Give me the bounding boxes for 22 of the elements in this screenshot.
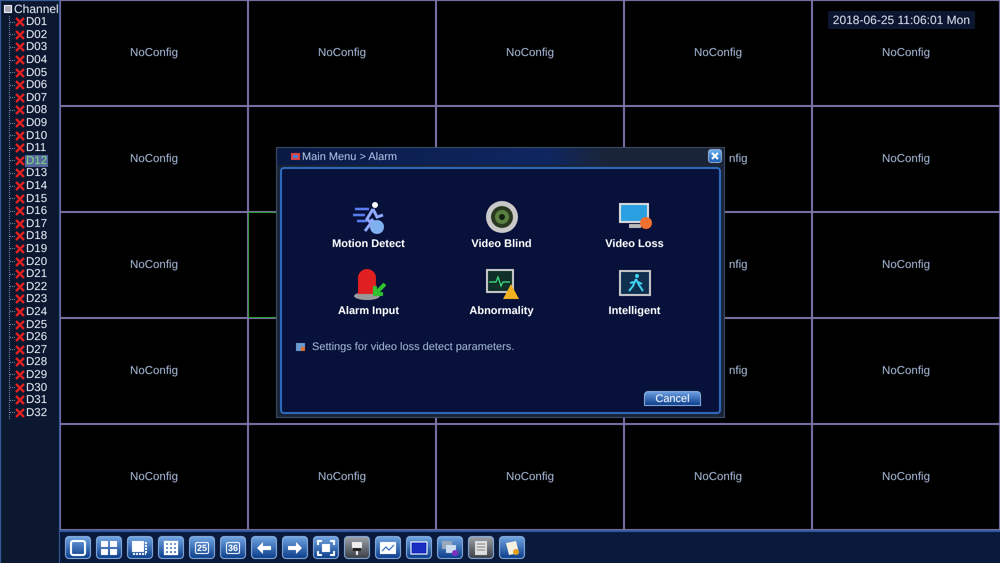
- tile-status: NoConfig: [130, 47, 178, 59]
- tile-status: NoConfig: [506, 47, 554, 59]
- tile-status: NoConfig: [882, 365, 930, 378]
- tile-status: NoConfig: [318, 471, 366, 484]
- date-time: 2018-06-25 11:06:01 Mon: [828, 11, 975, 29]
- tile-status: NoConfig: [882, 47, 930, 59]
- dialog-title: Main Menu > Alarm: [302, 150, 398, 162]
- hint-text: Settings for video loss detect parameters.: [312, 341, 514, 353]
- tile-status: NoConfig: [130, 259, 178, 272]
- tile-status: nfig: [729, 365, 748, 378]
- tile-status: NoConfig: [506, 471, 554, 484]
- tile-status: NoConfig: [318, 47, 366, 59]
- tile-status: NoConfig: [130, 153, 178, 166]
- tile-status: NoConfig: [694, 471, 742, 484]
- tile-status: NoConfig: [130, 365, 178, 378]
- tile-status: NoConfig: [130, 471, 178, 484]
- tile-status: NoConfig: [694, 47, 742, 59]
- tile-status: NoConfig: [882, 471, 930, 484]
- tile-status: nfig: [729, 153, 748, 166]
- tile-status: NoConfig: [882, 153, 930, 166]
- tile-status: nfig: [729, 259, 748, 272]
- tile-status: NoConfig: [882, 259, 930, 272]
